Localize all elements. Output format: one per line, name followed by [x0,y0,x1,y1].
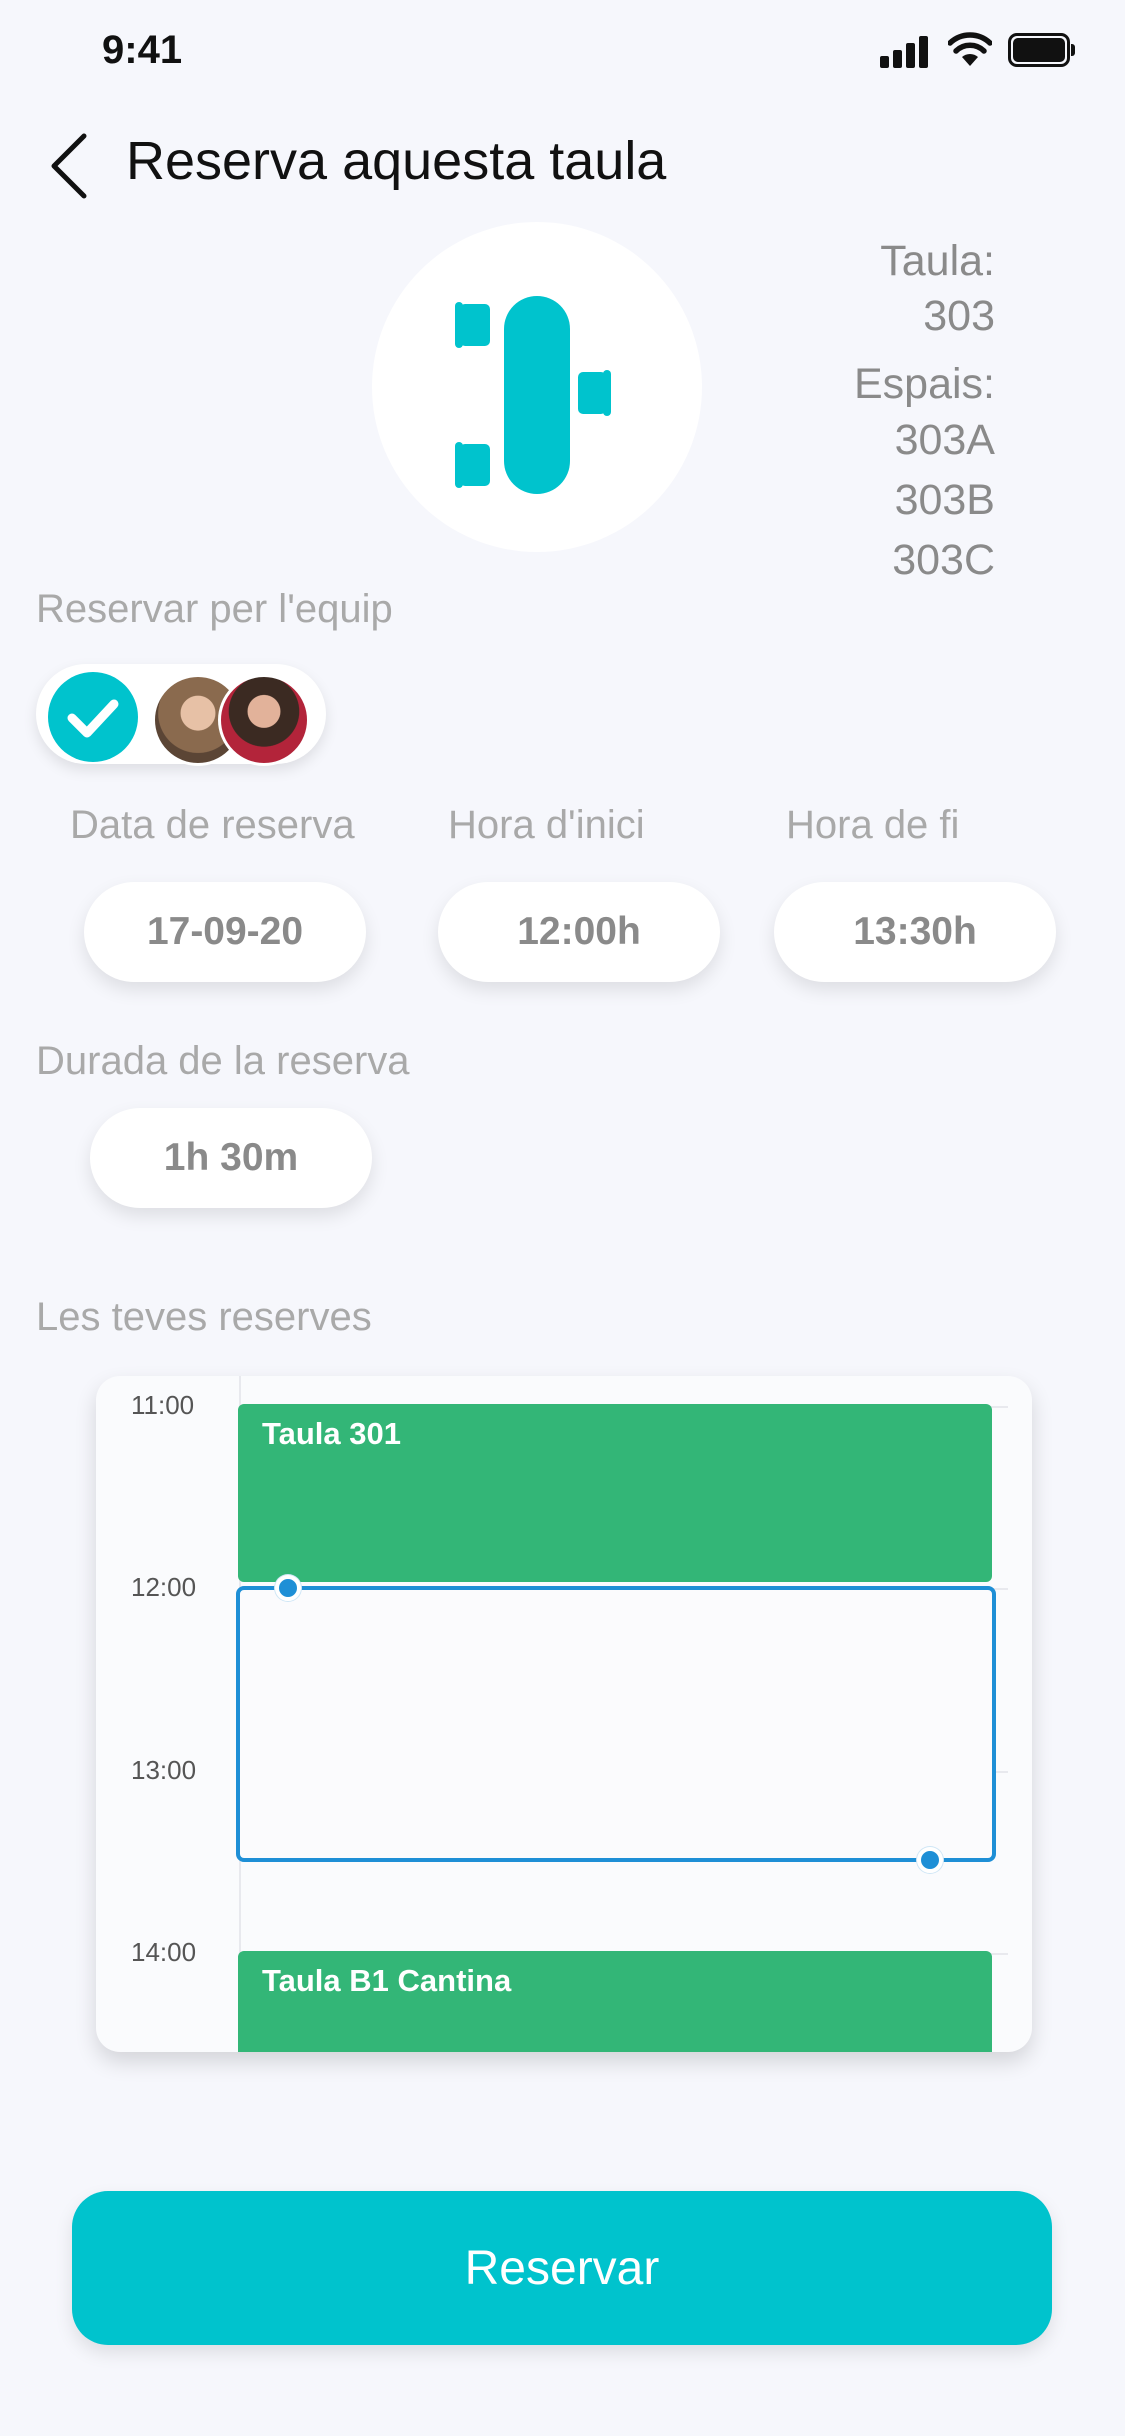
hour-label: 14:00 [131,1937,197,1967]
reserve-button[interactable]: Reservar [72,2191,1052,2345]
selected-slot[interactable] [236,1586,996,1862]
selection-end-handle[interactable] [917,1847,943,1873]
space-item: 303B [894,476,995,524]
hour-label: 13:00 [131,1755,197,1785]
check-icon[interactable] [48,672,138,762]
hour-label: 12:00 [131,1572,197,1602]
page-title: Reserva aquesta taula [126,131,667,191]
calendar-label: Les teves reserves [36,1295,372,1339]
date-field[interactable]: 17-09-20 [84,882,366,982]
team-label: Reservar per l'equip [36,587,393,631]
status-time: 9:41 [102,28,183,72]
calendar-event[interactable]: Taula B1 Cantina [238,1951,992,2052]
duration-label: Durada de la reserva [36,1039,410,1083]
start-time-field[interactable]: 12:00h [438,882,720,982]
end-time-field[interactable]: 13:30h [774,882,1056,982]
table-label: Taula: [880,237,995,285]
event-label: Taula B1 Cantina [262,1963,512,1998]
table-icon [455,296,611,494]
event-label: Taula 301 [262,1416,402,1451]
start-label: Hora d'inici [448,803,645,847]
space-item: 303C [892,536,995,584]
date-label: Data de reserva [70,803,355,847]
calendar-event[interactable]: Taula 301 [238,1404,992,1582]
table-illustration [372,222,702,552]
battery-icon [1008,33,1076,67]
wifi-icon [948,32,992,66]
reservations-calendar[interactable]: 11:00 12:00 13:00 14:00 Taula 301 Taula … [96,1376,1032,2052]
table-number: 303 [923,292,995,340]
hour-label: 11:00 [131,1390,195,1420]
team-toggle[interactable] [36,664,326,766]
space-item: 303A [894,416,995,464]
end-label: Hora de fi [786,803,960,847]
back-icon[interactable] [46,130,94,202]
signal-icon [880,36,928,68]
duration-field: 1h 30m [90,1108,372,1208]
selection-start-handle[interactable] [275,1575,301,1601]
avatar [218,674,310,766]
spaces-label: Espais: [853,360,995,408]
